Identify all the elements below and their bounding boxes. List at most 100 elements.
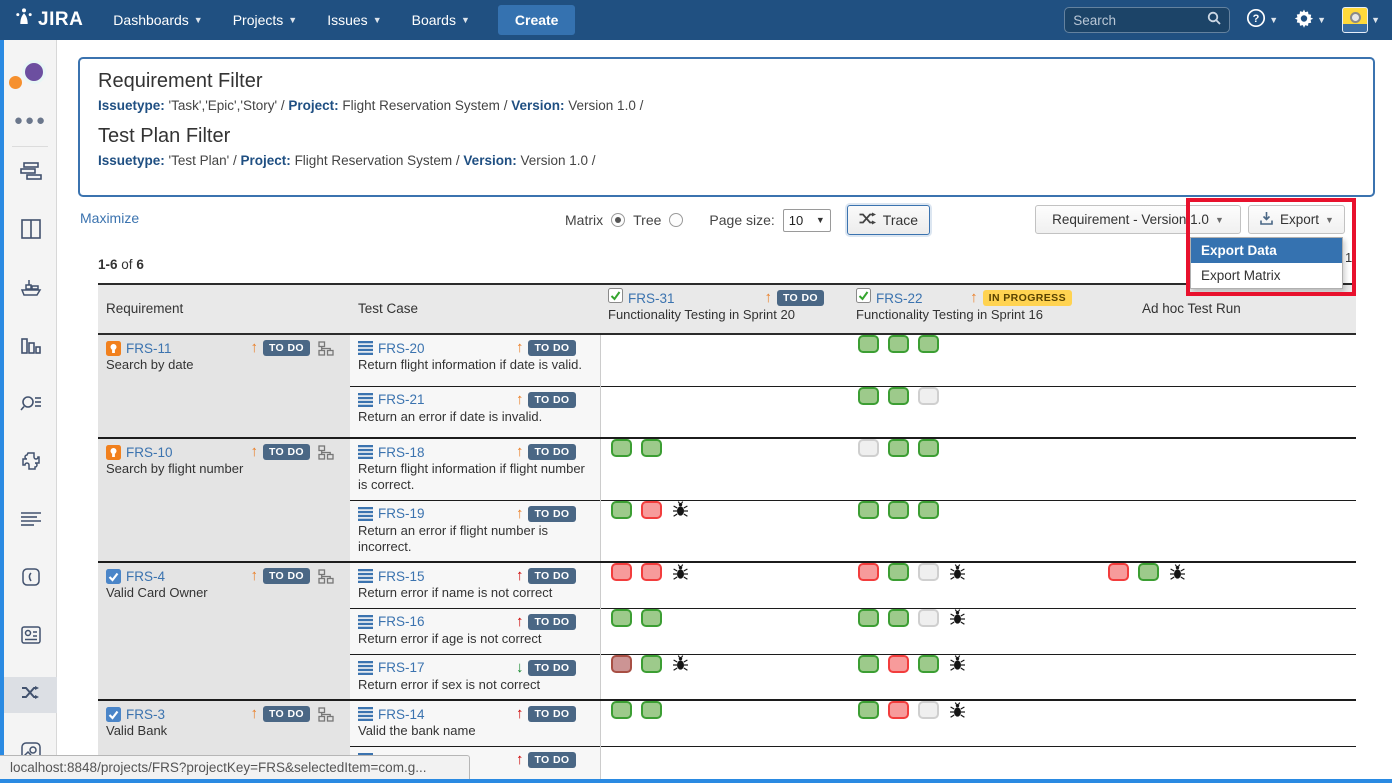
test-run-square-green[interactable] bbox=[858, 609, 879, 627]
test-case-key-link[interactable]: FRS-14 bbox=[378, 707, 425, 722]
test-run-square-green[interactable] bbox=[858, 655, 879, 673]
test-run-square-gray[interactable] bbox=[918, 387, 939, 405]
bar-chart-icon bbox=[21, 335, 41, 360]
version-select-button[interactable]: Requirement - Version 1.0▼ bbox=[1035, 205, 1241, 234]
test-run-square-green[interactable] bbox=[888, 335, 909, 353]
requirement-key-link[interactable]: FRS-4 bbox=[126, 569, 165, 584]
test-run-square-red[interactable] bbox=[888, 701, 909, 719]
bug-icon[interactable] bbox=[949, 655, 966, 672]
nav-projects[interactable]: Projects▼ bbox=[233, 12, 298, 28]
test-case-key-link[interactable]: FRS-20 bbox=[378, 341, 425, 356]
sidebar-item-pages[interactable] bbox=[4, 561, 57, 597]
menu-item-export-matrix[interactable]: Export Matrix bbox=[1191, 263, 1342, 288]
search-box[interactable] bbox=[1064, 7, 1230, 33]
tree-hierarchy-icon[interactable] bbox=[318, 569, 334, 584]
test-run-square-gray[interactable] bbox=[918, 701, 939, 719]
test-run-square-green[interactable] bbox=[641, 655, 662, 673]
test-run-square-red[interactable] bbox=[888, 655, 909, 673]
matrix-radio[interactable] bbox=[611, 213, 625, 227]
test-run-square-green[interactable] bbox=[888, 387, 909, 405]
search-input[interactable] bbox=[1073, 13, 1207, 28]
bug-icon[interactable] bbox=[1169, 564, 1186, 581]
test-run-square-green[interactable] bbox=[1138, 563, 1159, 581]
test-case-key-link[interactable]: FRS-19 bbox=[378, 506, 425, 521]
test-run-square-green[interactable] bbox=[858, 335, 879, 353]
bug-icon[interactable] bbox=[672, 501, 689, 518]
test-run-square-gray[interactable] bbox=[918, 563, 939, 581]
test-run-square-gray[interactable] bbox=[858, 439, 879, 457]
test-run-square-green[interactable] bbox=[858, 387, 879, 405]
test-run-square-red[interactable] bbox=[641, 501, 662, 519]
test-run-square-green[interactable] bbox=[918, 501, 939, 519]
test-case-key-link[interactable]: FRS-15 bbox=[378, 569, 425, 584]
test-run-square-darkred[interactable] bbox=[611, 655, 632, 673]
bug-icon[interactable] bbox=[672, 655, 689, 672]
tree-hierarchy-icon[interactable] bbox=[318, 445, 334, 460]
test-plan-key-link[interactable]: FRS-22 bbox=[876, 291, 923, 306]
trace-button[interactable]: Trace bbox=[847, 205, 930, 235]
sidebar-item-addons[interactable] bbox=[4, 445, 57, 481]
test-run-square-green[interactable] bbox=[918, 439, 939, 457]
test-case-icon bbox=[358, 393, 373, 407]
maximize-link[interactable]: Maximize bbox=[80, 210, 139, 226]
test-run-square-green[interactable] bbox=[918, 335, 939, 353]
test-run-square-green[interactable] bbox=[611, 501, 632, 519]
test-run-square-red[interactable] bbox=[641, 563, 662, 581]
bug-icon[interactable] bbox=[672, 564, 689, 581]
project-avatar[interactable] bbox=[4, 40, 57, 102]
test-run-square-green[interactable] bbox=[888, 563, 909, 581]
sidebar-item-reports[interactable] bbox=[4, 329, 57, 365]
requirement-summary: Valid Card Owner bbox=[98, 585, 350, 603]
test-run-square-green[interactable] bbox=[641, 439, 662, 457]
user-menu[interactable]: ▼ bbox=[1342, 7, 1380, 33]
create-button[interactable]: Create bbox=[498, 5, 576, 35]
nav-boards[interactable]: Boards▼ bbox=[412, 12, 470, 28]
test-run-square-green[interactable] bbox=[858, 701, 879, 719]
sidebar-item-summary[interactable] bbox=[4, 503, 57, 539]
test-run-square-green[interactable] bbox=[611, 701, 632, 719]
test-run-square-green[interactable] bbox=[611, 609, 632, 627]
sidebar-item-columns[interactable] bbox=[4, 213, 57, 249]
requirement-key-link[interactable]: FRS-11 bbox=[126, 341, 172, 356]
help-menu[interactable]: ? ▼ bbox=[1246, 8, 1278, 33]
test-plan-key-link[interactable]: FRS-31 bbox=[628, 291, 675, 306]
export-button[interactable]: Export▼ bbox=[1248, 205, 1345, 234]
sidebar-item-boards[interactable] bbox=[4, 155, 57, 191]
bug-icon[interactable] bbox=[949, 702, 966, 719]
test-run-square-green[interactable] bbox=[641, 609, 662, 627]
matrix-header-row: Requirement Test Case FRS-31 ↑ TO DO Fun… bbox=[98, 284, 1356, 334]
requirement-key-link[interactable]: FRS-3 bbox=[126, 707, 165, 722]
test-run-square-red[interactable] bbox=[611, 563, 632, 581]
test-run-square-red[interactable] bbox=[858, 563, 879, 581]
admin-menu[interactable]: ▼ bbox=[1294, 8, 1326, 33]
jira-logo[interactable]: JIRA bbox=[14, 7, 83, 33]
tree-radio[interactable] bbox=[669, 213, 683, 227]
test-run-square-green[interactable] bbox=[888, 609, 909, 627]
nav-issues[interactable]: Issues▼ bbox=[327, 12, 381, 28]
sidebar-item-contacts[interactable] bbox=[4, 619, 57, 655]
test-case-key-link[interactable]: FRS-16 bbox=[378, 614, 425, 629]
test-run-square-green[interactable] bbox=[888, 439, 909, 457]
bug-icon[interactable] bbox=[949, 609, 966, 626]
requirement-key-link[interactable]: FRS-10 bbox=[126, 445, 173, 460]
test-run-square-gray[interactable] bbox=[918, 609, 939, 627]
test-run-square-green[interactable] bbox=[888, 501, 909, 519]
menu-item-export-data[interactable]: Export Data bbox=[1191, 238, 1342, 263]
sidebar-item-releases[interactable] bbox=[4, 271, 57, 307]
test-run-square-green[interactable] bbox=[858, 501, 879, 519]
sidebar-item-issues-search[interactable] bbox=[4, 387, 57, 423]
bug-icon[interactable] bbox=[949, 564, 966, 581]
tree-hierarchy-icon[interactable] bbox=[318, 341, 334, 356]
test-run-square-green[interactable] bbox=[641, 701, 662, 719]
nav-dashboards[interactable]: Dashboards▼ bbox=[113, 12, 202, 28]
test-run-square-green[interactable] bbox=[918, 655, 939, 673]
test-case-key-link[interactable]: FRS-17 bbox=[378, 660, 425, 675]
page-size-select[interactable]: 10▼ bbox=[783, 209, 831, 232]
test-run-square-green[interactable] bbox=[611, 439, 632, 457]
tree-hierarchy-icon[interactable] bbox=[318, 707, 334, 722]
test-case-key-link[interactable]: FRS-21 bbox=[378, 392, 425, 407]
test-run-square-red[interactable] bbox=[1108, 563, 1129, 581]
sidebar-more-icon[interactable]: ●●● bbox=[4, 102, 57, 138]
test-case-key-link[interactable]: FRS-18 bbox=[378, 445, 425, 460]
sidebar-item-traceability[interactable] bbox=[4, 677, 57, 713]
